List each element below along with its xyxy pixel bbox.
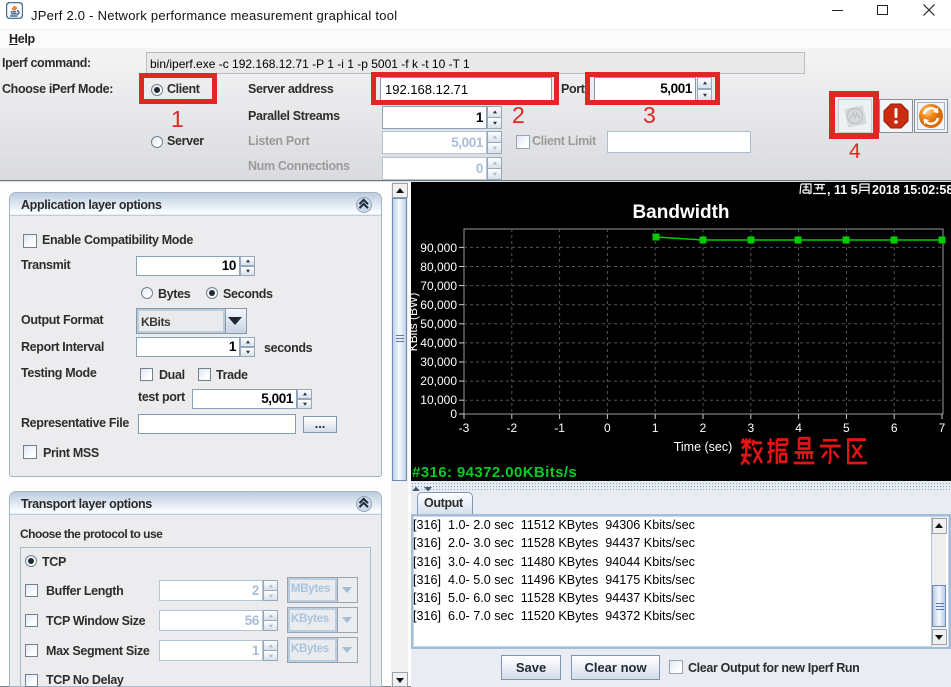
svg-text:-1: -1 <box>554 421 565 435</box>
svg-text:10,000: 10,000 <box>420 393 457 407</box>
svg-text:60,000: 60,000 <box>420 298 457 312</box>
svg-text:70,000: 70,000 <box>420 279 457 293</box>
svg-text:#316: 94372.00KBits/s: #316: 94372.00KBits/s <box>412 464 577 481</box>
svg-text:KBits (BW): KBits (BW) <box>411 293 420 352</box>
svg-text:0: 0 <box>604 421 611 435</box>
svg-text:3: 3 <box>747 421 754 435</box>
svg-text:30,000: 30,000 <box>420 355 457 369</box>
svg-text:-3: -3 <box>459 421 470 435</box>
svg-text:80,000: 80,000 <box>420 260 457 274</box>
svg-text:20,000: 20,000 <box>420 374 457 388</box>
svg-text:-2: -2 <box>506 421 517 435</box>
svg-text:, 11 5: , 11 5 <box>827 183 858 197</box>
svg-text:1: 1 <box>652 421 659 435</box>
svg-text:2: 2 <box>700 421 707 435</box>
svg-text:Bandwidth: Bandwidth <box>632 202 729 223</box>
svg-text:5: 5 <box>843 421 850 435</box>
svg-text:Time (sec): Time (sec) <box>674 440 733 454</box>
svg-text:4: 4 <box>795 421 802 435</box>
svg-text:50,000: 50,000 <box>420 317 457 331</box>
svg-text:6: 6 <box>891 421 898 435</box>
svg-text:7: 7 <box>939 421 946 435</box>
svg-text:90,000: 90,000 <box>420 241 457 255</box>
svg-text:40,000: 40,000 <box>420 336 457 350</box>
svg-text:0: 0 <box>450 407 457 421</box>
svg-text:2018 15:02:58: 2018 15:02:58 <box>872 183 951 197</box>
